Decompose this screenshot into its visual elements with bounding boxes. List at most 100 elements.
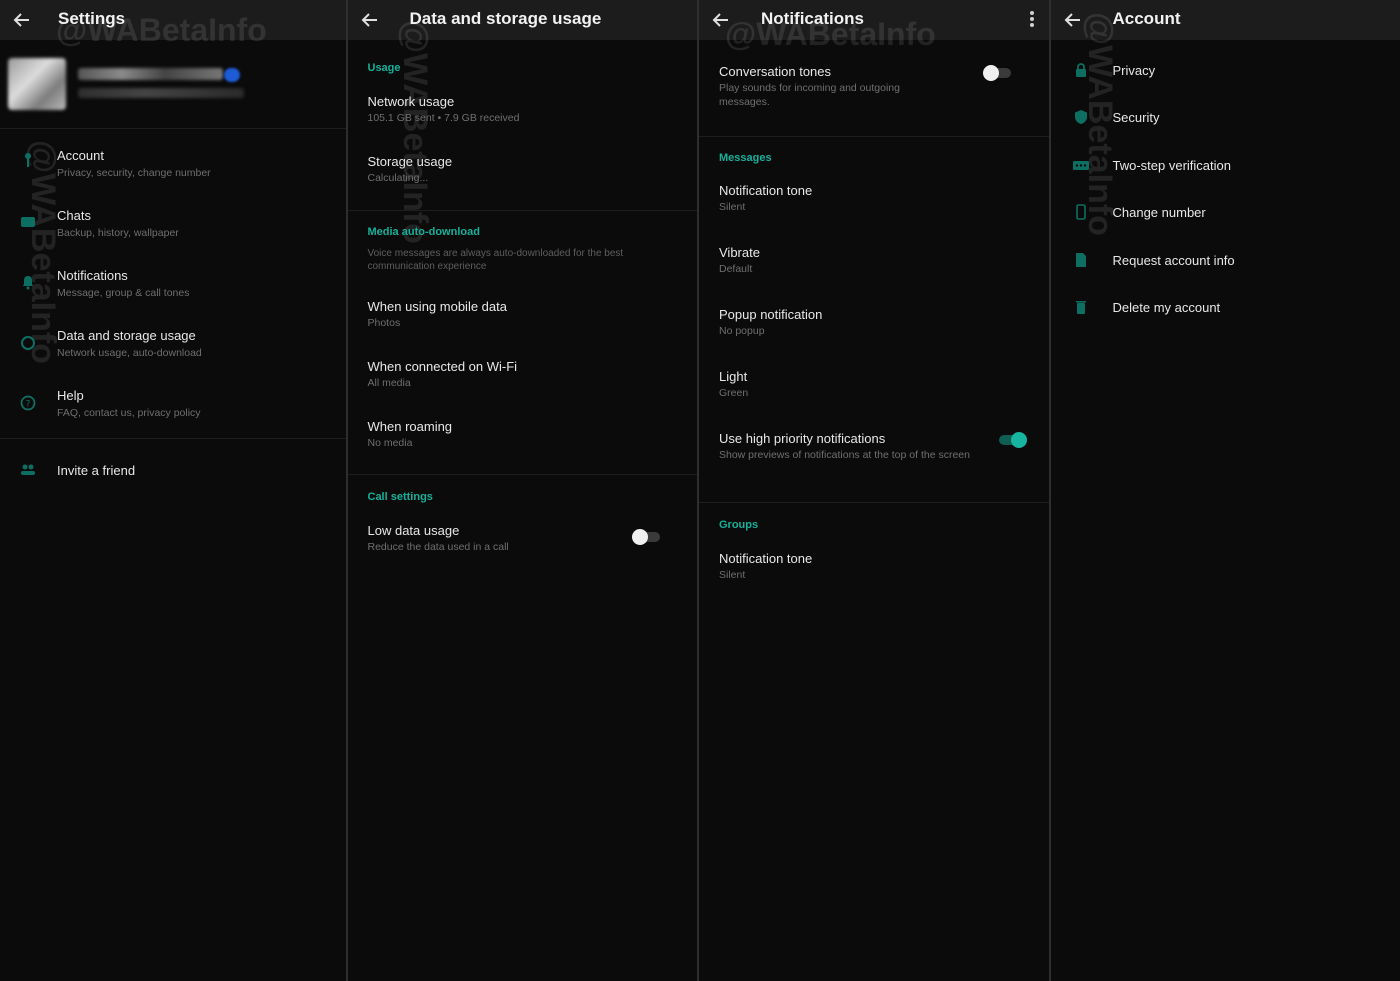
- setting-subtitle: Play sounds for incoming and outgoing me…: [719, 82, 900, 108]
- settings-app-bar: Settings: [0, 0, 346, 40]
- divider: [347, 210, 697, 211]
- profile-name-blurred: [78, 68, 223, 80]
- setting-wifi[interactable]: When connected on Wi-Fi All media: [348, 352, 698, 402]
- setting-title: Low data usage: [367, 523, 460, 538]
- setting-title: Notification tone: [719, 551, 813, 566]
- profile-emoji-blurred: [224, 68, 240, 82]
- notifications-screen: Notifications @WABetaInfo Conversation t…: [699, 0, 1049, 981]
- setting-low-data[interactable]: Low data usage Reduce the data used in a…: [348, 516, 698, 566]
- divider: [699, 136, 1049, 137]
- dots-password-icon: [1072, 157, 1089, 173]
- settings-item-title: Notifications: [57, 268, 128, 283]
- account-item-title: Security: [1112, 110, 1160, 125]
- setting-message-tone[interactable]: Notification tone Silent: [699, 176, 1049, 226]
- key-icon: [20, 152, 36, 168]
- toggle-thumb: [1011, 432, 1027, 448]
- page-title: Account: [1112, 9, 1181, 28]
- help-icon: ?: [20, 395, 36, 411]
- setting-vibrate[interactable]: Vibrate Default: [699, 238, 1049, 288]
- account-item-two-step[interactable]: Two-step verification: [1051, 145, 1400, 185]
- setting-popup[interactable]: Popup notification No popup: [699, 300, 1049, 350]
- setting-title: Vibrate: [719, 245, 760, 260]
- setting-title: When roaming: [367, 419, 453, 434]
- page-title: Notifications: [761, 9, 864, 28]
- setting-high-priority[interactable]: Use high priority notifications Show pre…: [699, 424, 1049, 486]
- settings-item-notifications[interactable]: Notifications Message, group & call tone…: [0, 260, 346, 316]
- phone-icon: [1073, 204, 1089, 220]
- section-header-messages: Messages: [719, 152, 772, 164]
- data-usage-icon: [20, 335, 36, 351]
- setting-title: Popup notification: [719, 307, 823, 322]
- toggle-thumb: [631, 529, 648, 545]
- setting-subtitle: All media: [367, 377, 411, 389]
- svg-text:?: ?: [26, 400, 31, 410]
- setting-storage-usage[interactable]: Storage usage Calculating...: [348, 146, 698, 196]
- setting-subtitle: Reduce the data used in a call: [367, 541, 509, 553]
- section-header-media: Media auto-download: [367, 226, 480, 238]
- back-arrow-icon[interactable]: [360, 10, 380, 30]
- setting-subtitle: No media: [367, 437, 413, 449]
- chat-icon: [20, 214, 36, 230]
- section-header-groups: Groups: [719, 519, 759, 531]
- account-item-title: Request account info: [1112, 253, 1235, 268]
- settings-item-subtitle: FAQ, contact us, privacy policy: [57, 407, 201, 419]
- back-arrow-icon[interactable]: [711, 10, 731, 30]
- section-header-call: Call settings: [367, 491, 433, 503]
- settings-item-subtitle: Network usage, auto-download: [57, 347, 202, 359]
- divider: [0, 438, 346, 439]
- setting-network-usage[interactable]: Network usage 105.1 GB sent • 7.9 GB rec…: [348, 86, 698, 136]
- setting-roaming[interactable]: When roaming No media: [348, 412, 698, 462]
- account-item-change-number[interactable]: Change number: [1051, 192, 1400, 232]
- account-item-title: Two-step verification: [1112, 158, 1232, 173]
- settings-item-help[interactable]: ? Help FAQ, contact us, privacy policy: [0, 380, 346, 436]
- back-arrow-icon[interactable]: [1063, 10, 1083, 30]
- settings-item-subtitle: Backup, history, wallpaper: [57, 227, 179, 239]
- settings-item-title: Help: [57, 388, 84, 403]
- data-storage-app-bar: Data and storage usage: [347, 0, 697, 40]
- shield-icon: [1073, 109, 1089, 125]
- setting-title: When connected on Wi-Fi: [367, 359, 518, 374]
- profile-status-blurred: [78, 88, 244, 98]
- setting-title: Use high priority notifications: [719, 431, 886, 446]
- page-title: Data and storage usage: [409, 9, 602, 28]
- lock-icon: [1073, 62, 1089, 78]
- setting-subtitle: No popup: [719, 325, 765, 337]
- settings-item-title: Chats: [57, 208, 91, 223]
- setting-subtitle: Show previews of notifications at the to…: [719, 449, 970, 461]
- setting-title: Light: [719, 369, 748, 384]
- settings-item-subtitle: Privacy, security, change number: [57, 167, 211, 179]
- setting-subtitle: Default: [719, 263, 753, 275]
- people-icon: [20, 462, 36, 478]
- setting-group-tone[interactable]: Notification tone Silent: [699, 544, 1049, 594]
- setting-mobile-data[interactable]: When using mobile data Photos: [348, 292, 698, 342]
- more-vertical-icon[interactable]: [1029, 10, 1035, 30]
- settings-item-chats[interactable]: Chats Backup, history, wallpaper: [0, 200, 346, 256]
- setting-subtitle: 105.1 GB sent • 7.9 GB received: [367, 112, 520, 124]
- settings-item-invite[interactable]: Invite a friend: [0, 450, 346, 490]
- setting-subtitle: Photos: [367, 317, 401, 329]
- conversation-tones-toggle[interactable]: [983, 65, 1013, 81]
- settings-item-data-storage[interactable]: Data and storage usage Network usage, au…: [0, 320, 346, 376]
- divider: [0, 128, 346, 129]
- account-item-request-info[interactable]: Request account info: [1051, 240, 1400, 280]
- account-item-security[interactable]: Security: [1051, 97, 1400, 137]
- high-priority-toggle[interactable]: [997, 432, 1027, 448]
- divider: [699, 502, 1049, 503]
- setting-conversation-tones[interactable]: Conversation tones Play sounds for incom…: [699, 56, 1049, 120]
- toggle-thumb: [983, 65, 999, 81]
- profile-row[interactable]: [0, 48, 346, 122]
- account-item-delete[interactable]: Delete my account: [1051, 287, 1400, 327]
- setting-title: Conversation tones: [719, 64, 832, 79]
- avatar[interactable]: [8, 58, 66, 110]
- settings-screen: Settings @WABetaInfo @WABetaInfo Account…: [0, 0, 346, 981]
- page-title: Settings: [58, 9, 126, 28]
- account-item-privacy[interactable]: Privacy: [1051, 50, 1400, 90]
- setting-light[interactable]: Light Green: [699, 362, 1049, 412]
- back-arrow-icon[interactable]: [12, 10, 32, 30]
- divider: [347, 474, 697, 475]
- account-item-title: Change number: [1112, 205, 1206, 220]
- section-description: Voice messages are always auto-downloade…: [367, 248, 624, 272]
- low-data-toggle[interactable]: [631, 529, 662, 545]
- notifications-app-bar: Notifications: [699, 0, 1049, 40]
- settings-item-account[interactable]: Account Privacy, security, change number: [0, 140, 346, 196]
